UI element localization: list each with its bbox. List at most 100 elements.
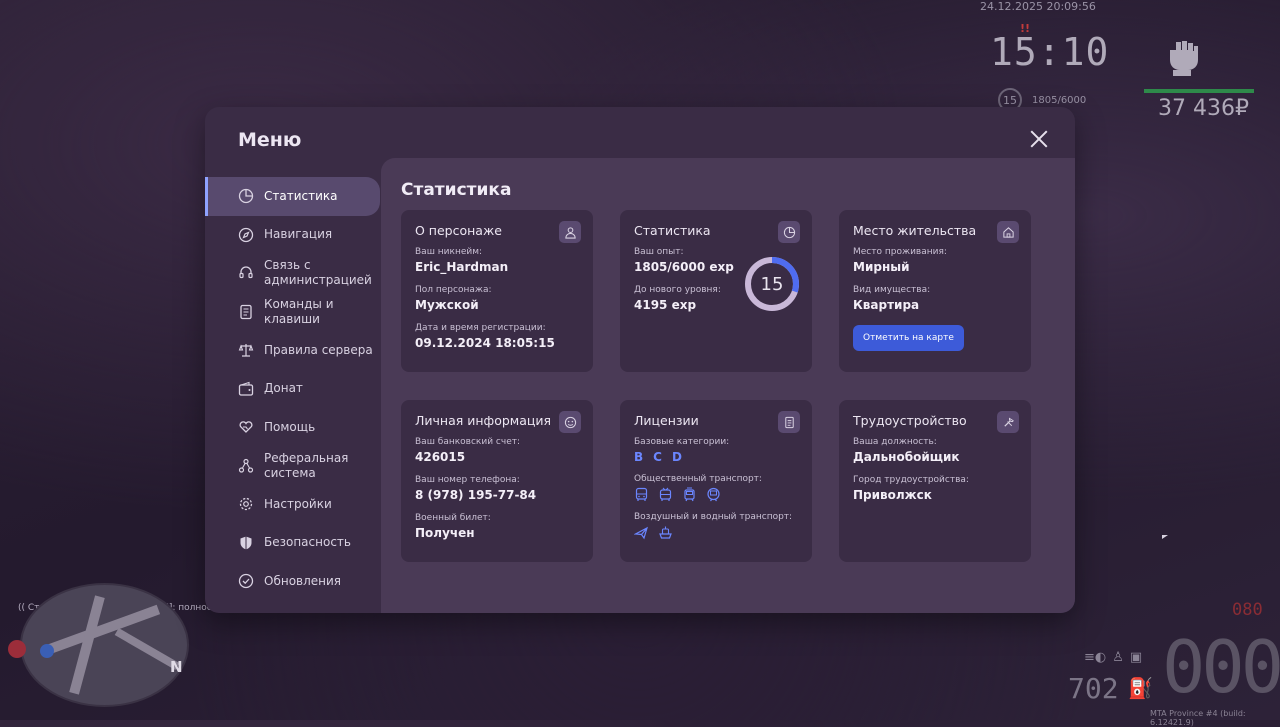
level-number: 15	[760, 273, 784, 295]
sidebar-item-label: Статистика	[264, 188, 338, 203]
sidebar-item-security[interactable]: Безопасность	[205, 524, 380, 563]
hud-money: 37 436₽	[1158, 96, 1249, 121]
gear-icon	[238, 496, 254, 512]
military-id-value: Получен	[415, 526, 475, 540]
phone-label: Ваш номер телефона:	[415, 475, 520, 485]
headlight-icon: ≡◐	[1084, 650, 1107, 665]
job-city-value: Приволжск	[853, 488, 932, 502]
content-title: Статистика	[401, 180, 512, 200]
card-employment: Трудоустройство Ваша должность: Дальнобо…	[839, 400, 1031, 562]
speed-max: 080	[1232, 600, 1263, 620]
sidebar-item-label: Помощь	[264, 419, 316, 434]
gender-value: Мужской	[415, 298, 479, 312]
air-water-transport-label: Воздушный и водный транспорт:	[634, 512, 793, 522]
job-city-label: Город трудоустройства:	[853, 475, 969, 485]
card-stats: Статистика Ваш опыт: 1805/6000 exp До но…	[620, 210, 812, 372]
card-title: Статистика	[634, 223, 711, 238]
public-transport-icons	[634, 487, 798, 502]
pie-chart-icon	[778, 221, 800, 243]
plane-icon	[634, 526, 648, 540]
menu-title: Меню	[238, 129, 302, 151]
minimap-player-icon	[40, 644, 54, 658]
hud-health-bar	[1144, 89, 1254, 93]
content-panel: Статистика О персонаже Ваш никнейм: Eric…	[381, 158, 1075, 613]
sidebar-item-label: Связь с администрацией	[264, 258, 372, 288]
face-icon	[559, 411, 581, 433]
sidebar-item-updates[interactable]: Обновления	[205, 562, 380, 601]
sidebar-item-statistics[interactable]: Статистика	[205, 177, 380, 216]
mark-on-map-button[interactable]: Отметить на карте	[853, 325, 964, 351]
fuel-icon: ⛽	[1128, 676, 1153, 700]
nickname-label: Ваш никнейм:	[415, 247, 483, 257]
base-categories-label: Базовые категории:	[634, 437, 730, 447]
category-c: C	[653, 450, 662, 464]
check-circle-icon	[238, 573, 254, 589]
bank-account-label: Ваш банковский счет:	[415, 437, 521, 447]
sidebar-item-settings[interactable]: Настройки	[205, 485, 380, 524]
sidebar-item-commands[interactable]: Команды и клавиши	[205, 293, 380, 332]
card-character: О персонаже Ваш никнейм: Eric_Hardman По…	[401, 210, 593, 372]
home-icon	[997, 221, 1019, 243]
card-personal: Личная информация Ваш банковский счет: 4…	[401, 400, 593, 562]
sidebar-item-label: Правила сервера	[264, 342, 373, 357]
sidebar-item-help[interactable]: Помощь	[205, 408, 380, 447]
sidebar-item-donate[interactable]: Донат	[205, 370, 380, 409]
sidebar-item-label: Обновления	[264, 573, 342, 588]
speedometer: 000	[1162, 625, 1280, 709]
category-d: D	[671, 450, 682, 464]
phone-value: 8 (978) 195-77-84	[415, 488, 537, 502]
build-info: MTA Province #4 (build: 6.12421.9)	[1150, 709, 1246, 727]
nickname-value: Eric_Hardman	[415, 260, 509, 274]
headset-icon	[238, 265, 254, 281]
card-title: Личная информация	[415, 413, 552, 428]
property-type-label: Вид имущества:	[853, 285, 931, 295]
public-transport-label: Общественный транспорт:	[634, 474, 762, 484]
tram-icon	[684, 487, 695, 502]
sidebar-item-navigation[interactable]: Навигация	[205, 216, 380, 255]
shield-icon	[238, 535, 254, 551]
card-licenses: Лицензии Базовые категории: B C D Общест…	[620, 400, 812, 562]
sidebar-item-label: Команды и клавиши	[264, 296, 334, 326]
fuel-value: 702	[1068, 672, 1119, 705]
base-categories: B C D	[634, 450, 798, 464]
card-title: Лицензии	[634, 413, 699, 428]
job-label: Ваша должность:	[853, 437, 937, 447]
sidebar: Статистика Навигация Связь с администрац…	[205, 177, 380, 601]
close-button[interactable]	[1027, 127, 1051, 151]
boat-icon	[659, 526, 672, 539]
compass-north: N	[170, 658, 183, 676]
fist-icon	[1170, 41, 1198, 76]
id-card-icon	[778, 411, 800, 433]
sidebar-item-label: Реферальная система	[264, 450, 349, 480]
user-icon	[559, 221, 581, 243]
registration-value: 09.12.2024 18:05:15	[415, 336, 555, 350]
sidebar-item-label: Настройки	[264, 496, 332, 511]
network-icon	[238, 458, 254, 474]
residence-place-label: Место проживания:	[853, 247, 947, 257]
sidebar-item-rules[interactable]: Правила сервера	[205, 331, 380, 370]
sidebar-item-referral[interactable]: Реферальная система	[205, 447, 380, 486]
card-title: Место жительства	[853, 223, 977, 238]
card-residence: Место жительства Место проживания: Мирны…	[839, 210, 1031, 372]
document-icon	[238, 304, 254, 320]
job-value: Дальнобойщик	[853, 450, 960, 464]
heart-hand-icon	[238, 419, 254, 435]
registration-label: Дата и время регистрации:	[415, 323, 546, 333]
pie-chart-icon	[238, 188, 254, 204]
sidebar-item-admin-contact[interactable]: Связь с администрацией	[205, 254, 380, 293]
gender-label: Пол персонажа:	[415, 285, 492, 295]
subway-icon	[707, 487, 720, 502]
air-water-transport-icons	[634, 525, 798, 540]
military-id-label: Военный билет:	[415, 513, 491, 523]
tools-icon	[997, 411, 1019, 433]
category-b: B	[634, 450, 644, 464]
card-title: О персонаже	[415, 223, 502, 238]
residence-place-value: Мирный	[853, 260, 910, 274]
sidebar-item-label: Безопасность	[264, 535, 351, 550]
scales-icon	[238, 342, 254, 358]
card-title: Трудоустройство	[853, 413, 967, 428]
bank-account-value: 426015	[415, 450, 466, 464]
bus-icon	[635, 487, 648, 501]
sidebar-item-label: Навигация	[264, 227, 333, 242]
hud-clock: 15:10	[990, 30, 1110, 74]
